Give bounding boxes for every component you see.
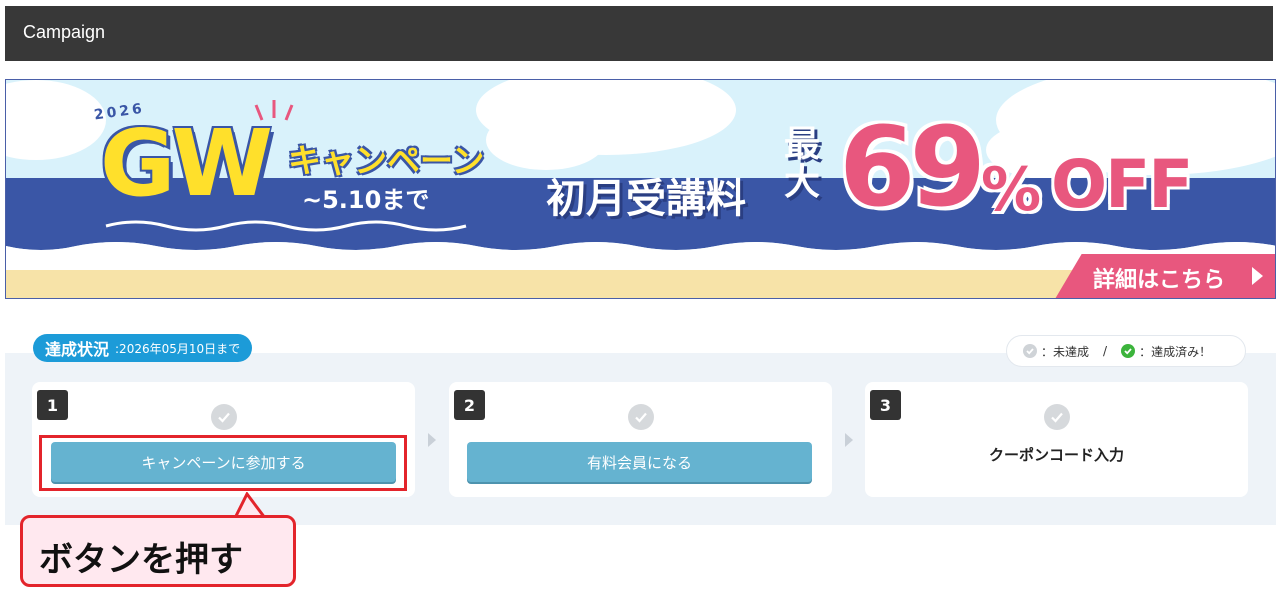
details-link-label: 詳細はこちら (1093, 268, 1226, 293)
legend-incomplete-label: ：未達成 (1041, 344, 1090, 359)
check-circle-icon (1043, 404, 1070, 430)
status-label: 達成状況 (45, 340, 110, 359)
step-number: 1 (37, 390, 68, 420)
banner-discount-number: 69 (839, 103, 986, 231)
step-card-3: 3 クーポンコード入力 (865, 382, 1248, 497)
status-legend: ：未達成 / ：達成済み！ (1006, 335, 1246, 367)
chevron-right-icon (1252, 267, 1263, 285)
check-circle-icon (627, 404, 654, 430)
callout-text: ボタンを押す (39, 540, 243, 580)
details-link[interactable]: 詳細はこちら (1055, 254, 1275, 298)
coupon-code-step-label: クーポンコード入力 (988, 446, 1124, 464)
check-circle-icon (210, 404, 237, 430)
campaign-banner[interactable]: 2026 GW キャンペーン ~5.10まで 初月受講料 最大 69 % OFF… (5, 79, 1276, 299)
step-card-2: 2 有料会員になる (449, 382, 832, 497)
legend-complete-label: ：達成済み！ (1139, 344, 1212, 359)
step-number: 3 (870, 390, 901, 420)
banner-until: ~5.10まで (302, 186, 430, 214)
step-arrow-icon (428, 433, 436, 447)
page-title: Campaign (23, 22, 106, 42)
banner-off: OFF (1051, 146, 1193, 223)
legend-separator: / (1103, 344, 1108, 358)
banner-gw: GW (100, 110, 273, 217)
status-badge: 達成状況 :2026年05月10日まで (33, 334, 253, 362)
banner-percent: % (981, 155, 1042, 225)
banner-first-month: 初月受講料 (546, 176, 746, 222)
step-arrow-icon (845, 433, 853, 447)
complete-check-icon (1121, 344, 1136, 358)
banner-max: 最大 (784, 124, 821, 203)
step-number: 2 (454, 390, 485, 420)
become-paid-member-button[interactable]: 有料会員になる (467, 442, 812, 482)
annotation-callout: ボタンを押す (20, 515, 296, 587)
status-deadline: :2026年05月10日まで (115, 341, 241, 356)
banner-campaign: キャンペーン (288, 141, 485, 180)
header-bar: Campaign (5, 6, 1273, 61)
incomplete-check-icon (1023, 344, 1037, 358)
annotation-highlight-box (39, 435, 407, 491)
